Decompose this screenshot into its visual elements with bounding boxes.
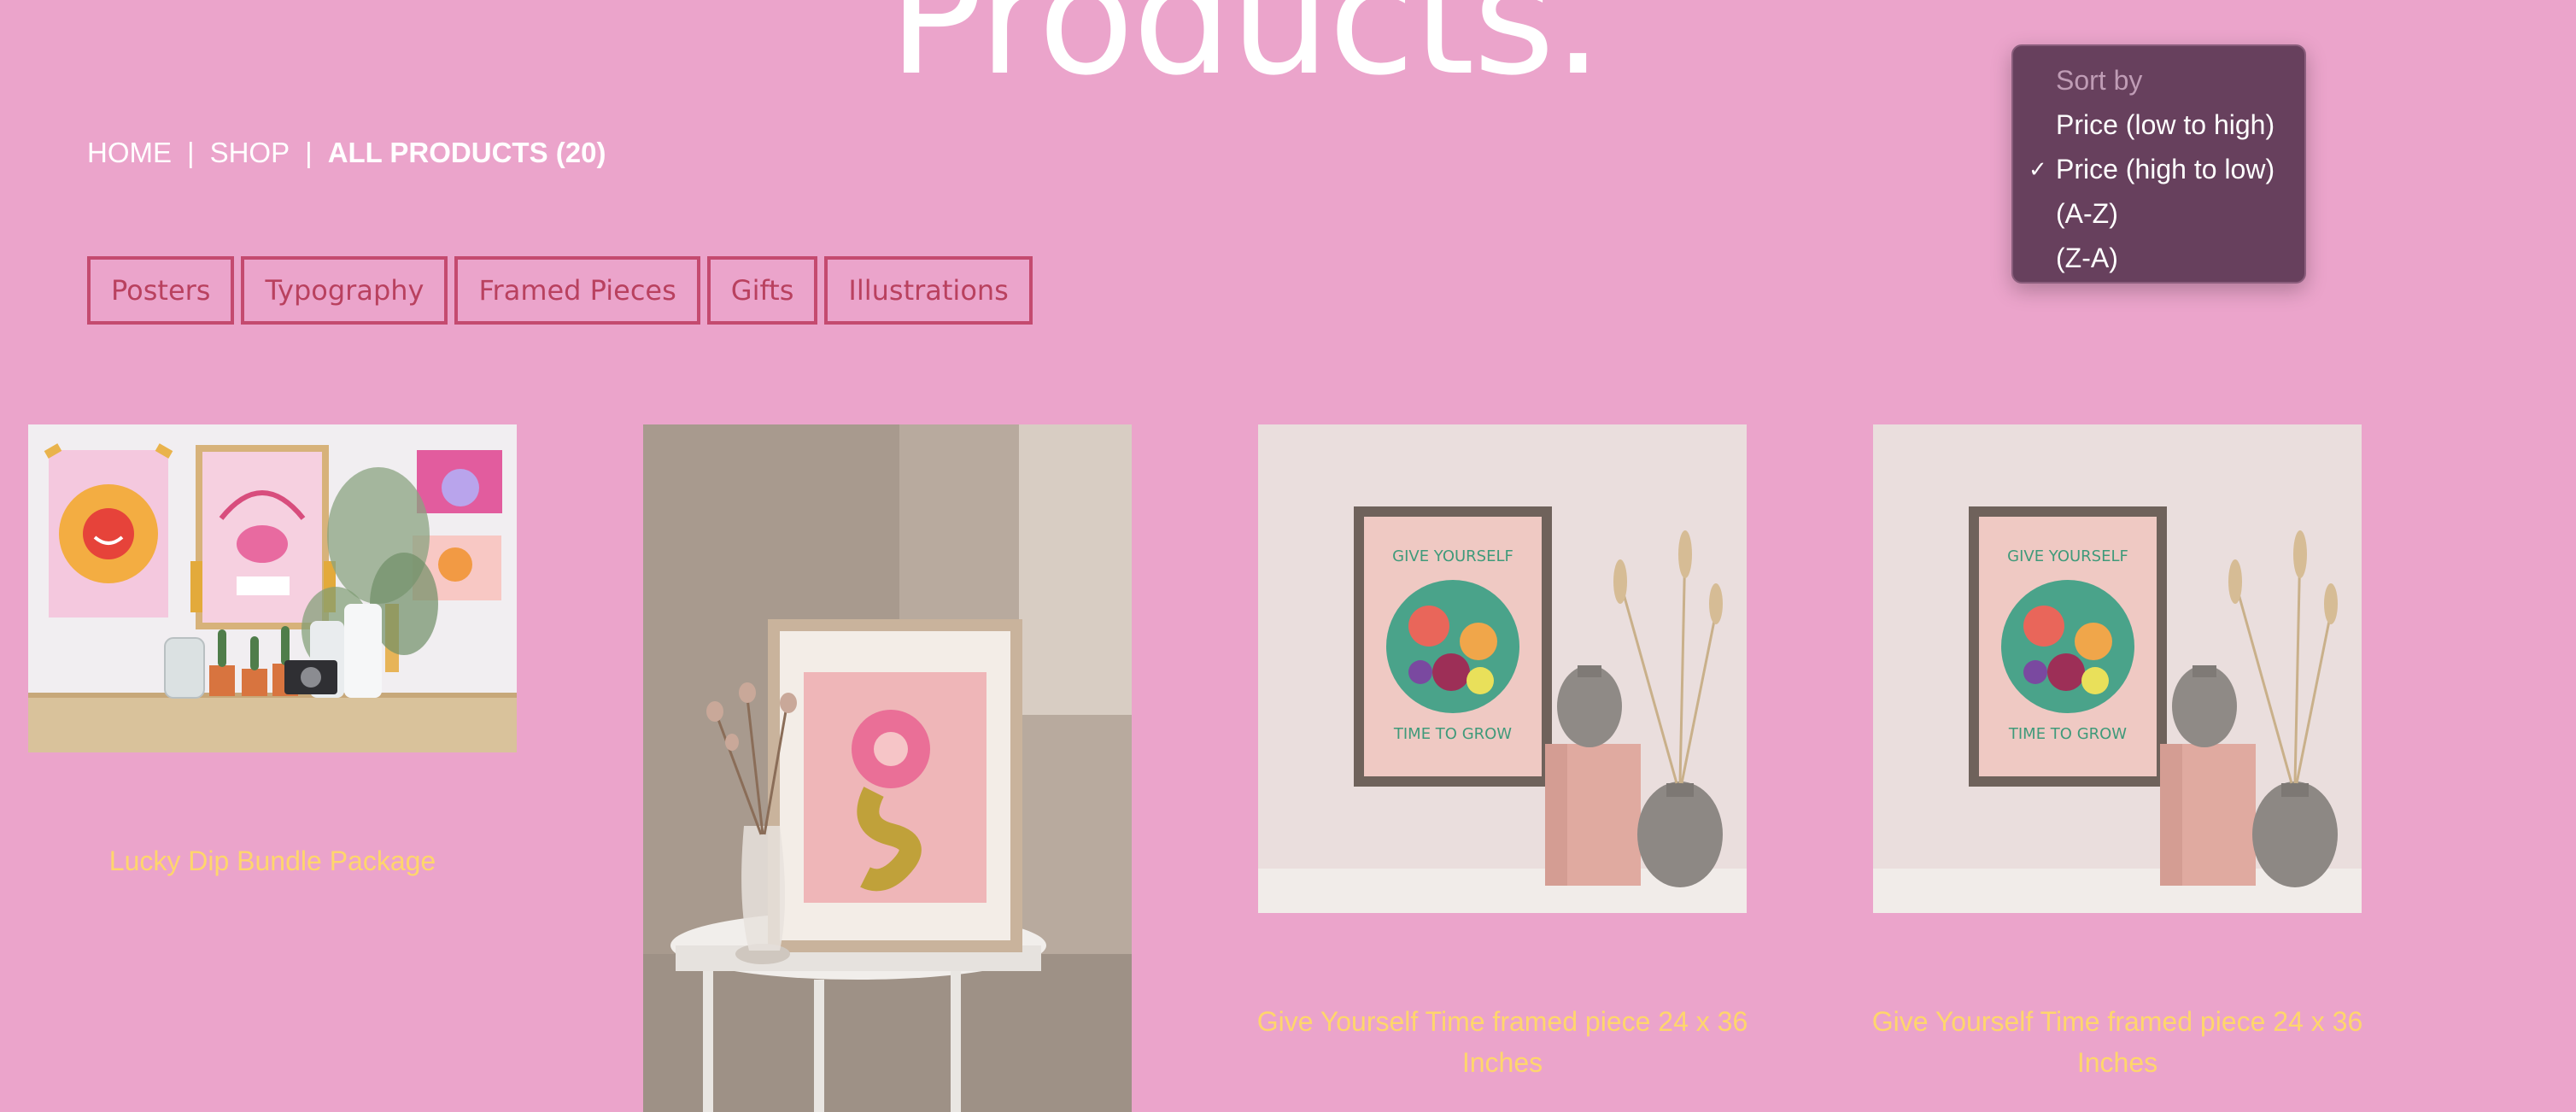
sort-option-price-high-low[interactable]: ✓ Price (high to low) bbox=[2013, 147, 2304, 191]
product-image[interactable]: GIVE YOURSELF TIME TO GROW bbox=[1873, 424, 2362, 913]
product-image[interactable] bbox=[28, 424, 517, 752]
sort-option-z-a[interactable]: (Z-A) bbox=[2013, 236, 2304, 280]
page-title: Products. bbox=[888, 0, 1603, 110]
breadcrumb: HOME | SHOP | ALL PRODUCTS (20) bbox=[87, 137, 606, 169]
sort-option-label: (A-Z) bbox=[2056, 198, 2118, 229]
sort-option-price-low-high[interactable]: Price (low to high) bbox=[2013, 102, 2304, 147]
product-title[interactable]: Give Yourself Time framed piece 24 x 36 … bbox=[1856, 1001, 2379, 1083]
sort-option-a-z[interactable]: (A-Z) bbox=[2013, 191, 2304, 236]
sort-option-label: (Z-A) bbox=[2056, 243, 2118, 273]
product-title[interactable]: Lucky Dip Bundle Package bbox=[28, 840, 517, 881]
filter-framed-pieces-button[interactable]: Framed Pieces bbox=[454, 256, 700, 325]
breadcrumb-shop-link[interactable]: SHOP bbox=[210, 137, 290, 169]
product-photo-posters-on-wall bbox=[28, 424, 517, 752]
checkmark-icon: ✓ bbox=[2029, 156, 2047, 182]
filter-typography-button[interactable]: Typography bbox=[241, 256, 448, 325]
product-image[interactable] bbox=[643, 424, 1132, 1112]
breadcrumb-current: ALL PRODUCTS (20) bbox=[327, 137, 606, 168]
filter-posters-button[interactable]: Posters bbox=[87, 256, 235, 325]
frame-lettering: GIVE YOURSELF bbox=[2007, 547, 2128, 565]
breadcrumb-separator: | bbox=[305, 137, 313, 168]
product-photo-framed-floral-print: GIVE YOURSELF TIME TO GROW bbox=[1258, 424, 1747, 913]
frame-lettering: TIME TO GROW bbox=[2008, 725, 2127, 743]
breadcrumb-home-link[interactable]: HOME bbox=[87, 137, 172, 169]
breadcrumb-separator: | bbox=[187, 137, 195, 168]
category-filters: Posters Typography Framed Pieces Gifts I… bbox=[87, 256, 1033, 325]
filter-gifts-button[interactable]: Gifts bbox=[706, 256, 818, 325]
product-image[interactable]: GIVE YOURSELF TIME TO GROW bbox=[1258, 424, 1747, 913]
sort-dropdown-menu: Sort by Price (low to high) ✓ Price (hig… bbox=[2011, 44, 2306, 284]
sort-menu-header: Sort by bbox=[2056, 65, 2143, 96]
filter-illustrations-button[interactable]: Illustrations bbox=[824, 256, 1033, 325]
frame-lettering: TIME TO GROW bbox=[1393, 725, 1512, 743]
sort-option-label: Price (high to low) bbox=[2056, 154, 2275, 184]
product-photo-framed-print-on-table bbox=[643, 424, 1132, 1112]
frame-lettering: GIVE YOURSELF bbox=[1392, 547, 1513, 565]
product-title[interactable]: Give Yourself Time framed piece 24 x 36 … bbox=[1241, 1001, 1764, 1083]
sort-option-label: Price (low to high) bbox=[2056, 109, 2275, 140]
product-photo-framed-floral-print: GIVE YOURSELF TIME TO GROW bbox=[1873, 424, 2362, 913]
